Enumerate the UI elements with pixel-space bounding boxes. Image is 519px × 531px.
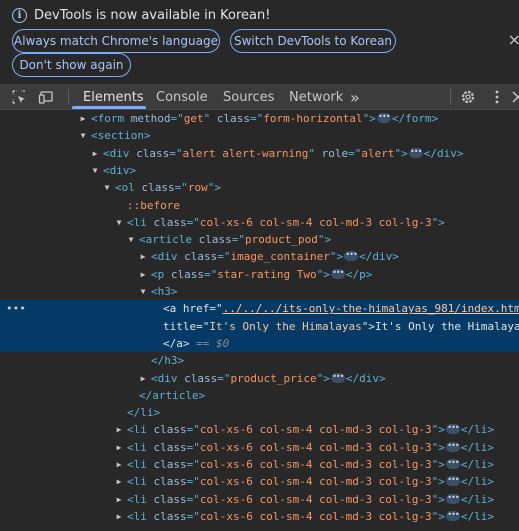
dom-node-li-collapsed[interactable]: ▶ <li class="col-xs-6 col-sm-4 col-md-3 …: [0, 456, 519, 473]
node-actions-ellipsis-icon[interactable]: •••: [6, 300, 26, 317]
dom-node-article[interactable]: ▼ <article class="product_pod">: [0, 231, 519, 248]
dom-node-li-collapsed[interactable]: ▶ <li class="col-xs-6 col-sm-4 col-md-3 …: [0, 421, 519, 438]
ellipsis-icon[interactable]: •••: [445, 493, 460, 504]
collapse-arrow-icon[interactable]: ▼: [90, 162, 100, 179]
dom-node-h3-close[interactable]: </h3>: [0, 352, 519, 369]
dom-node-li-collapsed[interactable]: ▶ <li class="col-xs-6 col-sm-4 col-md-3 …: [0, 473, 519, 490]
dom-node-section[interactable]: ▼ <section>: [0, 127, 519, 144]
collapse-arrow-icon[interactable]: ▼: [102, 179, 112, 196]
ellipsis-icon[interactable]: •••: [445, 459, 460, 469]
dom-node-h3[interactable]: ▼ <h3>: [0, 283, 519, 300]
href-link[interactable]: ../../../its-only-the-himalayas_981/inde…: [223, 302, 519, 315]
tab-network[interactable]: Network: [289, 84, 343, 110]
ellipsis-icon[interactable]: •••: [445, 424, 460, 435]
kebab-menu-icon[interactable]: [489, 89, 505, 105]
dom-node-li-collapsed[interactable]: ▶ <li class="col-xs-6 col-sm-4 col-md-3 …: [0, 491, 519, 508]
expand-arrow-icon[interactable]: ▶: [78, 110, 88, 127]
dom-node-div-product-price[interactable]: ▶ <div class="product_price"> ••• </div>: [0, 370, 519, 387]
more-tabs-chevron-icon[interactable]: »: [350, 84, 360, 110]
ellipsis-icon[interactable]: •••: [330, 372, 345, 383]
expand-arrow-icon[interactable]: ▶: [138, 370, 148, 387]
expand-arrow-icon[interactable]: ▶: [114, 456, 124, 473]
expand-arrow-icon[interactable]: ▶: [114, 491, 124, 508]
ellipsis-icon[interactable]: •••: [445, 441, 460, 452]
toolbar-divider: [450, 89, 451, 105]
dom-node-a-selected[interactable]: ••• <a href="../../../its-only-the-himal…: [0, 300, 519, 318]
dom-node-li[interactable]: ▼ <li class="col-xs-6 col-sm-4 col-md-3 …: [0, 214, 519, 231]
collapse-arrow-icon[interactable]: ▼: [138, 283, 148, 300]
dom-node-p-star-rating[interactable]: ▶ <p class="star-rating Two"> ••• </p>: [0, 266, 519, 283]
collapse-arrow-icon[interactable]: ▼: [126, 231, 136, 248]
dom-node-li-collapsed[interactable]: ▶ <li class="col-xs-6 col-sm-4 col-md-3 …: [0, 508, 519, 525]
dom-node-ol[interactable]: ▼ <ol class="row">: [0, 179, 519, 196]
settings-gear-icon[interactable]: [460, 89, 476, 105]
inspect-element-icon[interactable]: [11, 89, 27, 105]
collapse-arrow-icon[interactable]: ▼: [114, 214, 124, 231]
ellipsis-icon[interactable]: •••: [344, 251, 359, 262]
infobar-message: DevTools is now available in Korean!: [34, 7, 271, 23]
active-tab-indicator: [72, 106, 146, 109]
ellipsis-icon[interactable]: •••: [376, 113, 391, 123]
expand-arrow-icon[interactable]: ▶: [138, 266, 148, 283]
tab-sources[interactable]: Sources: [223, 84, 274, 110]
close-devtools-icon[interactable]: [510, 89, 519, 105]
dom-node-div[interactable]: ▼ <div>: [0, 162, 519, 179]
infobar-message-row: i DevTools is now available in Korean!: [12, 6, 270, 24]
expand-arrow-icon[interactable]: ▶: [114, 508, 124, 525]
dom-node-div-alert[interactable]: ▶ <div class="alert alert-warning" role=…: [0, 145, 519, 162]
info-icon: i: [12, 7, 27, 23]
ellipsis-icon[interactable]: •••: [445, 476, 460, 487]
tab-console[interactable]: Console: [156, 84, 208, 110]
language-infobar: i DevTools is now available in Korean! A…: [0, 0, 519, 84]
dom-node-li-close[interactable]: </li>: [0, 404, 519, 421]
dom-node-article-close[interactable]: </article>: [0, 387, 519, 404]
collapse-arrow-icon[interactable]: ▼: [78, 127, 88, 144]
close-icon[interactable]: ×: [508, 30, 519, 49]
device-toolbar-icon[interactable]: [38, 89, 54, 105]
expand-arrow-icon[interactable]: ▶: [114, 473, 124, 490]
expand-arrow-icon[interactable]: ▶: [90, 145, 100, 162]
expand-arrow-icon[interactable]: ▶: [114, 421, 124, 438]
dom-node-pseudo-before[interactable]: ::before: [0, 197, 519, 214]
ellipsis-icon[interactable]: •••: [445, 510, 460, 521]
expand-arrow-icon[interactable]: ▶: [138, 248, 148, 265]
dom-tree[interactable]: ▶ <form method="get" class="form-horizon…: [0, 110, 519, 531]
dont-show-again-button[interactable]: Don't show again: [12, 53, 131, 77]
dom-node-a-selected-cont[interactable]: title="It's Only the Himalayas">It's Onl…: [0, 317, 519, 335]
ellipsis-icon[interactable]: •••: [330, 268, 345, 279]
dom-node-a-selected-close[interactable]: </a> == $0: [0, 334, 519, 353]
ellipsis-icon[interactable]: •••: [408, 147, 423, 158]
dom-node-div-image-container[interactable]: ▶ <div class="image_container"> ••• </div>: [0, 248, 519, 265]
switch-to-korean-button[interactable]: Switch DevTools to Korean: [230, 29, 396, 53]
dom-node-form[interactable]: ▶ <form method="get" class="form-horizon…: [0, 110, 519, 127]
toolbar-divider: [68, 89, 69, 105]
dom-node-li-collapsed[interactable]: ▶ <li class="col-xs-6 col-sm-4 col-md-3 …: [0, 439, 519, 456]
expand-arrow-icon[interactable]: ▶: [114, 439, 124, 456]
always-match-language-button[interactable]: Always match Chrome's language: [12, 29, 220, 53]
